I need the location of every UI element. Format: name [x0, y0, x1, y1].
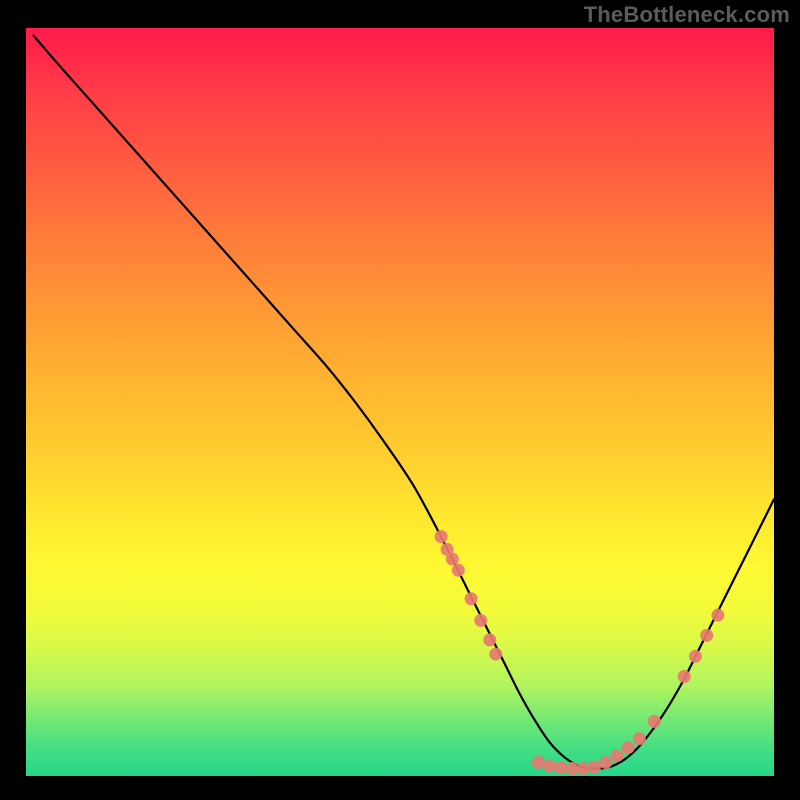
watermark-text: TheBottleneck.com — [584, 2, 790, 28]
plot-area — [26, 28, 774, 776]
chart-frame: TheBottleneck.com — [0, 0, 800, 800]
heat-gradient-background — [26, 28, 774, 776]
